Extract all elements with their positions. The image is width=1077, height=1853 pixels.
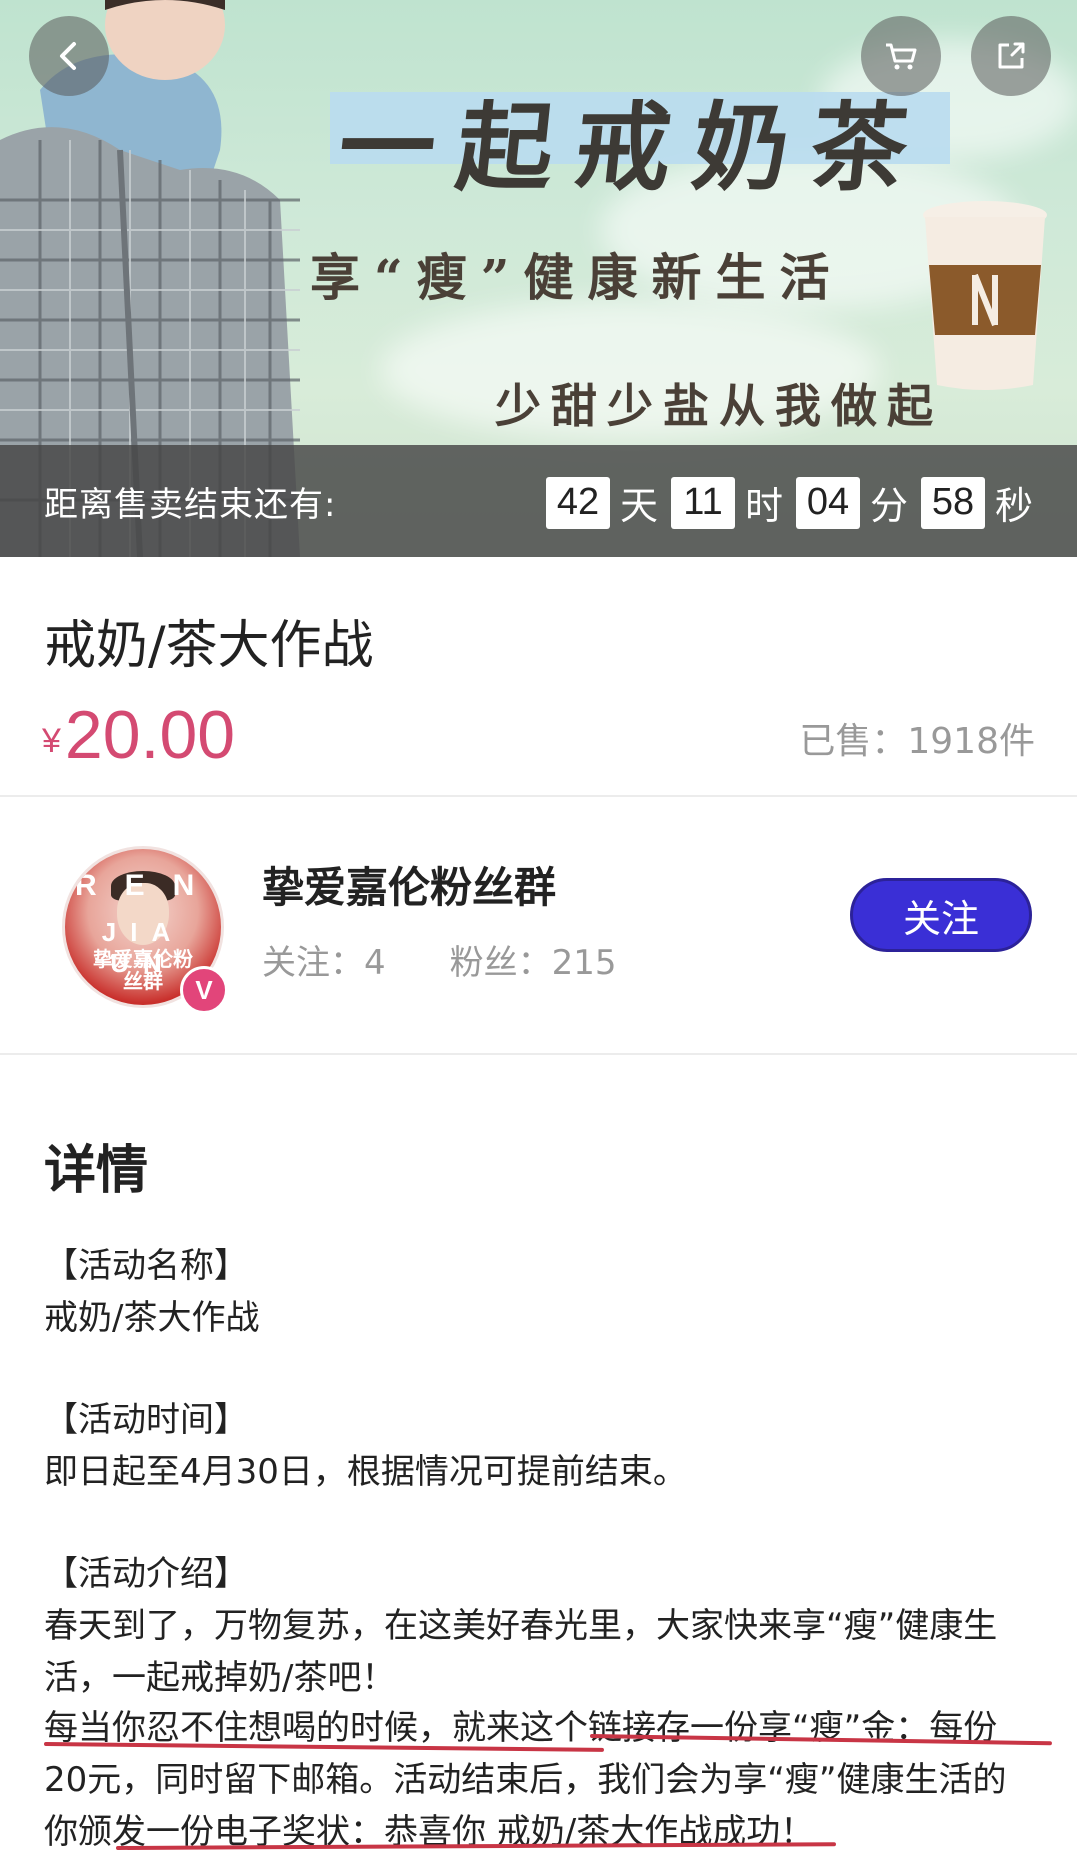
back-button[interactable] xyxy=(29,16,109,96)
share-icon xyxy=(998,42,1025,69)
product-title: 戒奶/茶大作战 xyxy=(44,616,374,676)
product-price: ¥20.00 xyxy=(42,696,235,774)
price-value: 20.00 xyxy=(64,697,236,773)
share-button[interactable] xyxy=(971,16,1051,96)
verified-badge: V xyxy=(180,966,228,1014)
countdown-bar: 距离售卖结束还有: 42 天 11 时 04 分 58 秒 xyxy=(0,445,1077,557)
milk-tea-cup-illustration xyxy=(923,201,1047,390)
countdown-minutes-unit: 分 xyxy=(870,484,909,528)
back-icon xyxy=(60,42,76,70)
countdown-hours-value: 11 xyxy=(671,476,735,529)
hero-slogan: 少甜少盐从我做起 xyxy=(495,379,943,433)
sold-count: 已售：1918件 xyxy=(799,721,1035,762)
fans-count: 粉丝：215 xyxy=(449,943,617,983)
divider xyxy=(0,1053,1077,1055)
countdown-hours: 11 时 xyxy=(671,475,783,530)
shop-name[interactable]: 挚爱嘉伦粉丝群 xyxy=(262,854,556,915)
detail-text-intro: 活，一起戒掉奶/茶吧！ xyxy=(44,1658,396,1698)
hero-subtitle: 享“瘦”健康新生活 xyxy=(310,248,844,307)
countdown-minutes-value: 04 xyxy=(796,476,860,529)
hero-banner: 一起戒奶茶 享“瘦”健康新生活 少甜少盐从我做起 距离售卖结束还有: 42 天 … xyxy=(0,0,1077,557)
countdown-days-value: 42 xyxy=(546,476,610,529)
detail-text-intro: 20元，同时留下邮箱。活动结束后，我们会为享“瘦”健康生活的 xyxy=(44,1760,1007,1800)
countdown-seconds: 58 秒 xyxy=(921,475,1033,530)
detail-text-name: 戒奶/茶大作战 xyxy=(44,1298,260,1338)
product-page: 一起戒奶茶 享“瘦”健康新生活 少甜少盐从我做起 距离售卖结束还有: 42 天 … xyxy=(0,0,1077,1853)
cart-icon xyxy=(886,43,917,70)
price-symbol: ¥ xyxy=(42,722,61,760)
detail-text-time: 即日起至4月30日，根据情况可提前结束。 xyxy=(44,1452,687,1492)
countdown-minutes: 04 分 xyxy=(796,475,908,530)
detail-text-intro: 春天到了，万物复苏，在这美好春光里，大家快来享“瘦”健康生 xyxy=(44,1606,998,1646)
avatar-text-top: REN xyxy=(75,869,223,902)
divider xyxy=(0,795,1077,797)
countdown-days: 42 天 xyxy=(546,475,658,530)
following-count: 关注：4 xyxy=(262,943,386,983)
detail-heading-name: 【活动名称】 xyxy=(44,1246,248,1286)
shop-stats: 关注：4 粉丝：215 xyxy=(262,935,617,984)
countdown-label: 距离售卖结束还有: xyxy=(44,485,337,525)
detail-heading-intro: 【活动介绍】 xyxy=(44,1554,248,1594)
countdown-seconds-unit: 秒 xyxy=(995,484,1034,528)
details-title: 详情 xyxy=(44,1141,149,1201)
countdown-hours-unit: 时 xyxy=(745,484,784,528)
countdown-seconds-value: 58 xyxy=(921,476,985,529)
cart-button[interactable] xyxy=(861,16,941,96)
detail-heading-time: 【活动时间】 xyxy=(44,1400,248,1440)
countdown-days-unit: 天 xyxy=(620,484,659,528)
follow-button[interactable]: 关注 xyxy=(850,878,1032,952)
